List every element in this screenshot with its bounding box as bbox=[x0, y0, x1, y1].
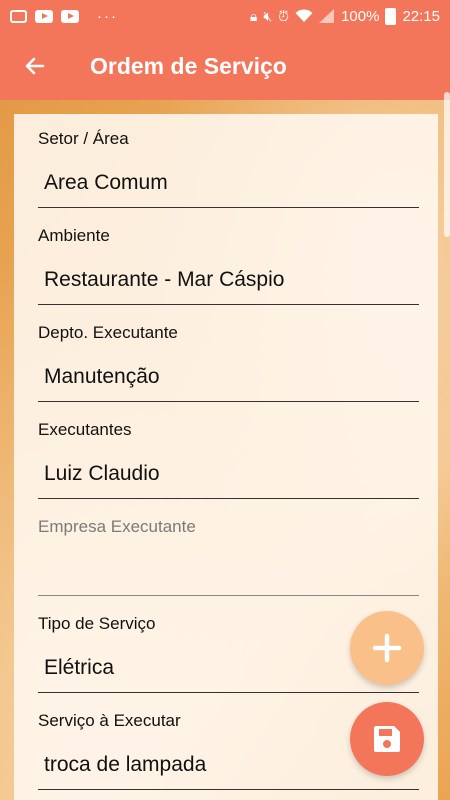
youtube-icon bbox=[35, 9, 53, 23]
scroll-handle[interactable] bbox=[444, 92, 450, 237]
lock-icon: 🔒︎ bbox=[249, 7, 258, 24]
arrow-left-icon bbox=[25, 57, 45, 75]
notification-overflow: ··· bbox=[97, 7, 118, 25]
plus-icon bbox=[372, 633, 402, 663]
back-button[interactable] bbox=[0, 32, 70, 100]
field-underline bbox=[38, 595, 419, 596]
empresa-executante-input[interactable] bbox=[38, 559, 419, 587]
app-bar: Ordem de Serviço bbox=[0, 32, 450, 100]
clock: 22:15 bbox=[402, 7, 440, 25]
depto-executante-input[interactable]: Manutenção bbox=[38, 365, 419, 393]
field-ambiente[interactable]: Ambiente Restaurante - Mar Cáspio bbox=[38, 226, 419, 305]
battery-percent: 100% bbox=[341, 7, 380, 25]
field-empresa-executante[interactable]: Empresa Executante bbox=[38, 517, 419, 596]
field-underline bbox=[38, 692, 419, 693]
page-title: Ordem de Serviço bbox=[90, 52, 287, 79]
floppy-disk-icon bbox=[374, 726, 400, 752]
signal-icon bbox=[319, 9, 335, 23]
setor-area-input[interactable]: Area Comum bbox=[38, 171, 419, 199]
twitch-icon bbox=[10, 9, 27, 23]
field-label: Depto. Executante bbox=[38, 323, 178, 342]
field-underline bbox=[38, 304, 419, 305]
empresa-executante-placeholder: Empresa Executante bbox=[38, 517, 196, 536]
field-setor-area[interactable]: Setor / Área Area Comum bbox=[38, 129, 419, 208]
field-executantes[interactable]: Executantes Luiz Claudio bbox=[38, 420, 419, 499]
alarm-icon: ⏰︎ bbox=[278, 7, 290, 24]
battery-icon bbox=[385, 7, 397, 25]
field-label: Executantes bbox=[38, 420, 132, 439]
field-label: Ambiente bbox=[38, 226, 110, 245]
wifi-icon bbox=[295, 9, 313, 22]
status-bar: ··· 🔒︎ 🔇︎ ⏰︎ 100% 22:15 bbox=[0, 0, 450, 32]
ambiente-input[interactable]: Restaurante - Mar Cáspio bbox=[38, 268, 419, 296]
executantes-input[interactable]: Luiz Claudio bbox=[38, 462, 419, 490]
field-underline bbox=[38, 789, 419, 790]
add-button[interactable] bbox=[350, 611, 424, 685]
field-label: Setor / Área bbox=[38, 129, 129, 148]
field-underline bbox=[38, 498, 419, 499]
mute-icon: 🔇︎ bbox=[263, 7, 273, 24]
field-underline bbox=[38, 207, 419, 208]
field-depto-executante[interactable]: Depto. Executante Manutenção bbox=[38, 323, 419, 402]
form-card: Setor / Área Area Comum Ambiente Restaur… bbox=[14, 114, 438, 800]
youtube-icon bbox=[61, 9, 79, 23]
save-button[interactable] bbox=[350, 702, 424, 776]
field-underline bbox=[38, 401, 419, 402]
